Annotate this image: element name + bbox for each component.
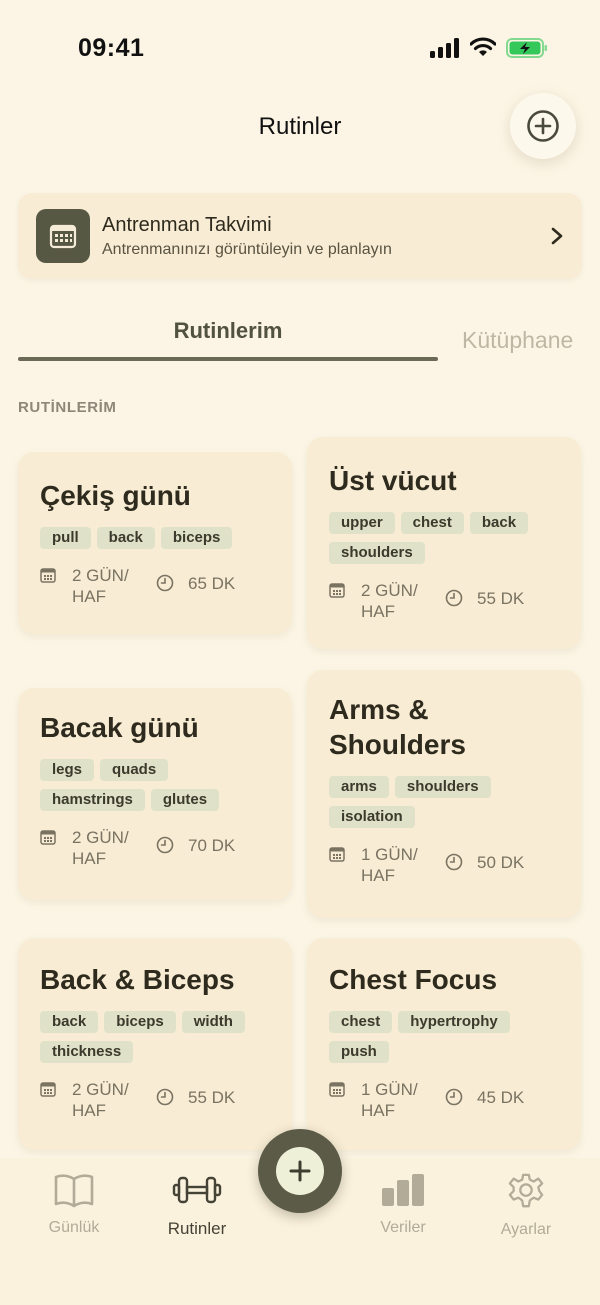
routine-card[interactable]: Arms & Shoulders arms shoulders isolatio… <box>307 670 581 918</box>
tag-list: pull back biceps <box>40 527 270 549</box>
tab-library[interactable]: Kütüphane <box>462 327 573 354</box>
calendar-small-icon <box>40 830 56 845</box>
calendar-subtitle: Antrenmanınızı görüntüleyin ve planlayın <box>102 241 392 258</box>
section-label: RUTİNLERİM <box>18 399 117 416</box>
calendar-small-icon <box>40 1082 56 1097</box>
tag: back <box>40 1011 99 1033</box>
tag: arms <box>329 776 389 798</box>
tag: legs <box>40 759 95 781</box>
routine-title: Çekiş günü <box>40 480 191 511</box>
routine-meta: 2 GÜN/ HAF 55 DK <box>329 580 559 622</box>
calendar-title: Antrenman Takvimi <box>102 214 272 236</box>
routine-title: Bacak günü <box>40 712 199 743</box>
tag: shoulders <box>394 776 491 798</box>
calendar-icon <box>36 209 90 263</box>
routine-title: Üst vücut <box>329 465 457 496</box>
nav-label: Ayarlar <box>500 1221 552 1238</box>
tag: width <box>181 1011 245 1033</box>
tab-active-indicator <box>18 357 438 361</box>
start-workout-button[interactable] <box>258 1129 342 1213</box>
tag: back <box>469 512 529 534</box>
routine-title: Back & Biceps <box>40 964 235 995</box>
plus-circle-icon <box>527 110 559 142</box>
routine-frequency: 2 GÜN/ HAF <box>72 566 129 606</box>
clock-icon <box>445 1088 463 1106</box>
tag: quads <box>100 759 169 781</box>
clock-icon <box>445 589 463 607</box>
routine-duration: 50 DK <box>477 853 525 872</box>
bar-chart-icon <box>382 1174 424 1206</box>
nav-label: Veriler <box>380 1219 426 1236</box>
tag: chest <box>329 1011 393 1033</box>
clock-icon <box>445 853 463 871</box>
routine-duration: 65 DK <box>188 574 236 593</box>
calendar-small-icon <box>329 847 345 862</box>
routine-title: Arms & Shoulders <box>329 694 466 760</box>
wifi-icon <box>470 37 496 56</box>
tab-my-routines[interactable]: Rutinlerim <box>18 318 438 344</box>
tag-list: arms shoulders isolation <box>329 776 559 828</box>
routine-card[interactable]: Chest Focus chest hypertrophy push 1 GÜN… <box>307 938 581 1150</box>
status-bar: 09:41 <box>0 0 600 90</box>
tag: pull <box>40 527 91 549</box>
routine-meta: 2 GÜN/ HAF 70 DK <box>40 827 270 869</box>
tag: chest <box>400 512 464 534</box>
tag: upper <box>329 512 395 534</box>
nav-item-settings[interactable]: Ayarlar <box>471 1172 581 1239</box>
routine-meta: 2 GÜN/ HAF 55 DK <box>40 1079 270 1121</box>
clock-icon <box>156 1088 174 1106</box>
add-routine-button[interactable] <box>510 93 576 159</box>
nav-item-data[interactable]: Veriler <box>348 1172 458 1237</box>
nav-label: Günlük <box>48 1219 100 1236</box>
routine-duration: 55 DK <box>188 1088 236 1107</box>
routine-meta: 1 GÜN/ HAF 50 DK <box>329 844 559 886</box>
gear-icon <box>508 1173 544 1208</box>
tag: glutes <box>150 789 220 811</box>
tag: back <box>96 527 155 549</box>
calendar-small-icon <box>329 1082 345 1097</box>
routine-card[interactable]: Back & Biceps back biceps width thicknes… <box>18 938 292 1150</box>
cellular-signal-icon <box>430 38 462 58</box>
battery-icon <box>506 38 547 58</box>
routine-duration: 55 DK <box>477 589 525 608</box>
routine-duration: 70 DK <box>188 836 236 855</box>
book-icon <box>54 1174 94 1208</box>
routine-frequency: 1 GÜN/ HAF <box>361 1080 418 1120</box>
calendar-small-icon <box>40 568 56 583</box>
tag: isolation <box>329 806 415 828</box>
tag-list: legs quads hamstrings glutes <box>40 759 270 811</box>
tag: hamstrings <box>40 789 145 811</box>
tag-list: back biceps width thickness <box>40 1011 270 1063</box>
routine-card[interactable]: Üst vücut upper chest back shoulders 2 G… <box>307 437 581 649</box>
dumbbell-icon <box>172 1176 222 1204</box>
routine-frequency: 2 GÜN/ HAF <box>361 581 418 621</box>
tag-list: upper chest back shoulders <box>329 512 559 564</box>
clock-icon <box>156 836 174 854</box>
routine-duration: 45 DK <box>477 1088 525 1107</box>
plus-icon <box>276 1147 324 1195</box>
routine-card[interactable]: Çekiş günü pull back biceps 2 GÜN/ HAF 6… <box>18 452 292 634</box>
nav-item-routines[interactable]: Rutinler <box>142 1172 252 1239</box>
routine-meta: 2 GÜN/ HAF 65 DK <box>40 565 270 607</box>
tag: push <box>329 1041 389 1063</box>
routine-title: Chest Focus <box>329 964 498 995</box>
tag: shoulders <box>329 542 425 564</box>
routine-frequency: 2 GÜN/ HAF <box>72 828 129 868</box>
nav-item-journal[interactable]: Günlük <box>19 1172 129 1237</box>
nav-label: Rutinler <box>167 1219 227 1238</box>
clock-icon <box>156 574 174 592</box>
status-time: 09:41 <box>78 34 145 62</box>
tag: biceps <box>160 527 233 549</box>
routine-meta: 1 GÜN/ HAF 45 DK <box>329 1079 559 1121</box>
routine-card[interactable]: Bacak günü legs quads hamstrings glutes … <box>18 688 292 900</box>
chevron-right-icon <box>551 227 563 245</box>
workout-calendar-card[interactable]: Antrenman Takvimi Antrenmanınızı görüntü… <box>18 193 582 279</box>
tag: hypertrophy <box>398 1011 510 1033</box>
tag-list: chest hypertrophy push <box>329 1011 559 1063</box>
routine-frequency: 1 GÜN/ HAF <box>361 845 418 885</box>
routine-frequency: 2 GÜN/ HAF <box>72 1080 129 1120</box>
calendar-small-icon <box>329 583 345 598</box>
tag: thickness <box>40 1041 134 1063</box>
tag: biceps <box>104 1011 176 1033</box>
